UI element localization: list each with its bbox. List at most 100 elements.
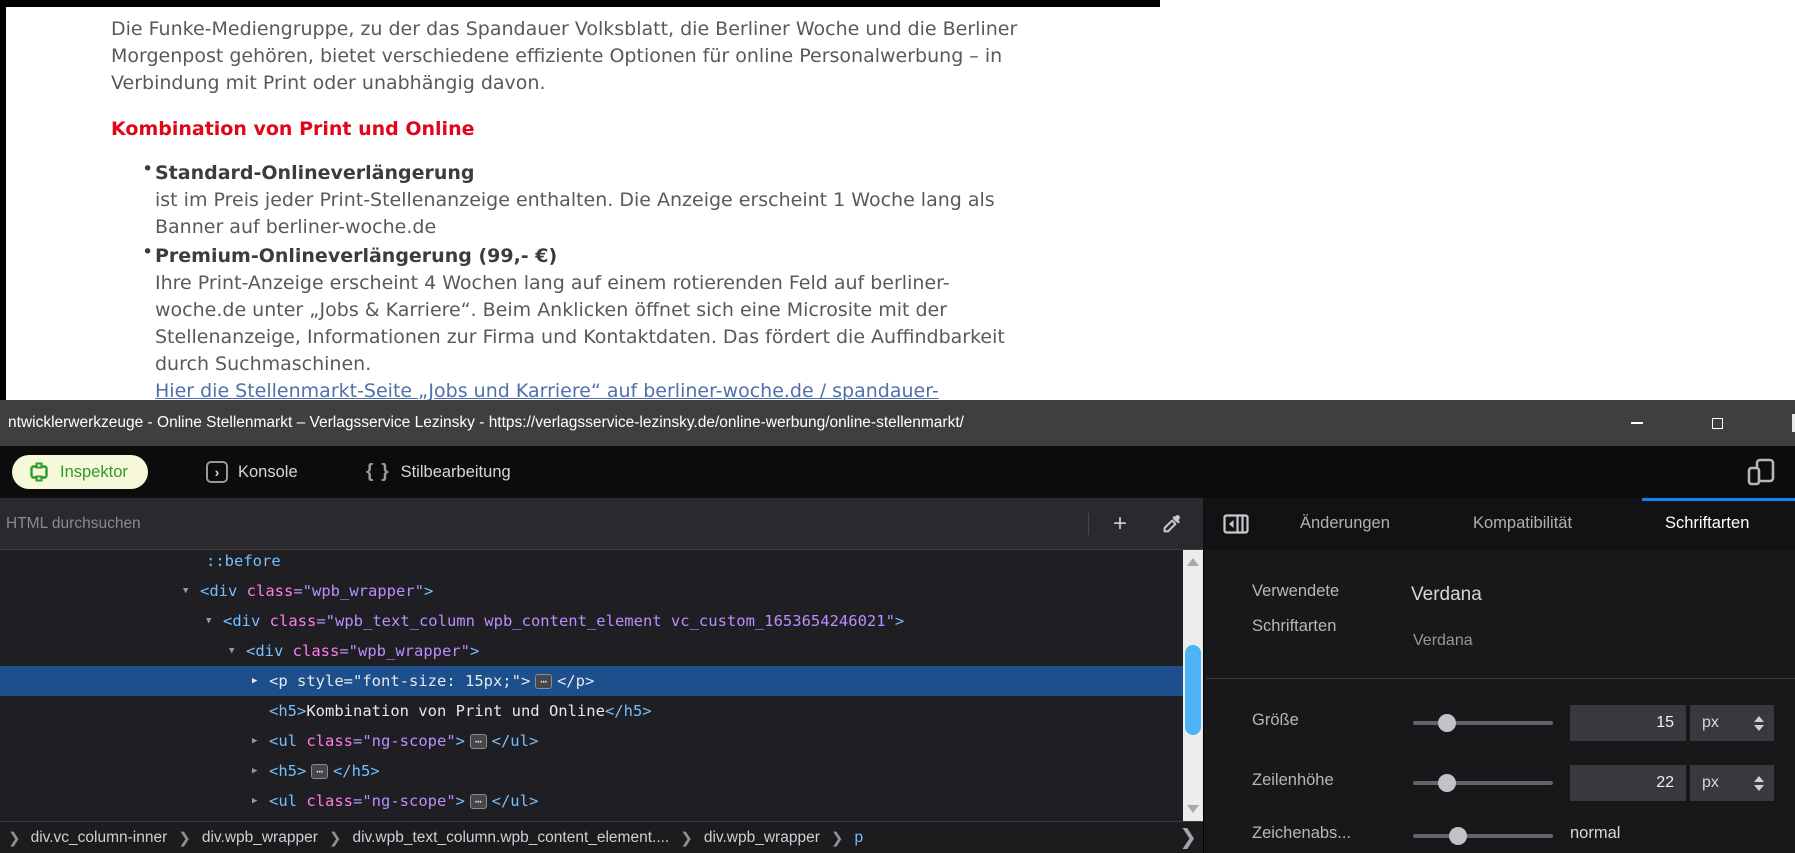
expand-twisty-icon[interactable]: ▼ [229, 636, 234, 666]
breadcrumb-separator-icon: ❯ [178, 829, 191, 847]
breadcrumb-item[interactable]: div.wpb_wrapper [704, 829, 820, 847]
responsive-design-mode-button[interactable] [1745, 457, 1777, 487]
slider-thumb[interactable] [1438, 714, 1456, 732]
tab-konsole-label: Konsole [238, 463, 298, 482]
font-control-label: Größe [1252, 711, 1299, 730]
minimize-button[interactable] [1614, 400, 1660, 446]
page-heading: Kombination von Print und Online [111, 118, 475, 140]
breadcrumb-item[interactable]: div.wpb_text_column.wpb_content_element.… [352, 829, 669, 847]
paragraph-line: Die Funke-Mediengruppe, zu der das Spand… [111, 16, 1017, 43]
font-control-slider[interactable] [1413, 721, 1553, 725]
collapsed-children-badge[interactable]: ⋯ [470, 794, 487, 809]
font-control-label: Zeichenabs... [1252, 824, 1351, 843]
markup-scrollbar[interactable] [1183, 550, 1203, 821]
markup-row-selected[interactable]: ▶<p style="font-size: 15px;">⋯</p> [0, 666, 1183, 696]
search-input[interactable] [0, 498, 1060, 549]
stepper-down-icon [1754, 785, 1764, 791]
sidebar-tabstrip: Änderungen Kompatibilität Schriftarten [1203, 498, 1795, 550]
collapsed-children-badge[interactable]: ⋯ [311, 764, 328, 779]
paragraph-line: Verbindung mit Print oder unabhängig dav… [111, 70, 546, 97]
expand-twisty-icon[interactable]: ▼ [183, 576, 188, 606]
markup-row[interactable]: ▼<div class="wpb_wrapper"> [0, 636, 1183, 666]
toolbar-separator [1088, 513, 1089, 535]
unit-stepper[interactable] [1754, 716, 1764, 731]
font-value-input[interactable] [1570, 765, 1686, 801]
breadcrumb-items: div.vc_column-inner ❯ div.wpb_wrapper ❯ div.… [31, 829, 863, 847]
markup-row[interactable]: ▶<ul class="ng-scope">⋯</ul> [0, 786, 1183, 816]
bullet-marker: • [142, 241, 153, 263]
toggle-split-pane-button[interactable] [1219, 509, 1253, 539]
eyedropper-button[interactable] [1156, 508, 1188, 540]
tab-kompatibilitaet[interactable]: Kompatibilität [1473, 498, 1572, 549]
markup-row-text: <h5>⋯</h5> [0, 756, 380, 786]
font-control-row: Zeichenabs... normal [1204, 814, 1795, 853]
devtools-titlebar: ntwicklerwerkzeuge - Online Stellenmarkt… [0, 400, 1795, 446]
slider-thumb[interactable] [1449, 827, 1467, 845]
font-value-input[interactable] [1570, 705, 1686, 741]
expand-twisty-icon[interactable]: ▶ [252, 786, 257, 816]
bullet-title: Standard-Onlineverlängerung [155, 160, 475, 187]
tab-schriftarten[interactable]: Schriftarten [1665, 498, 1749, 549]
bullet-title: Premium-Onlineverlängerung (99,- €) [155, 243, 557, 270]
bullet-line: Ihre Print-Anzeige erscheint 4 Wochen la… [155, 270, 950, 297]
unit-select[interactable]: px [1690, 705, 1774, 741]
markup-row[interactable]: ▼<div class="wpb_text_column wpb_content… [0, 606, 1183, 636]
scroll-down-button[interactable] [1183, 799, 1203, 819]
expand-twisty-icon[interactable]: ▶ [252, 756, 257, 786]
bullet-line: Banner auf berliner-woche.de [155, 214, 436, 241]
unit-select[interactable]: px [1690, 765, 1774, 801]
inspector-icon [28, 461, 50, 483]
tab-aenderungen[interactable]: Änderungen [1300, 498, 1390, 549]
breadcrumb-scroll-right-button[interactable]: ❯ [1179, 822, 1197, 853]
braces-icon: { } [366, 461, 391, 483]
breadcrumb-separator-icon: ❯ [329, 829, 342, 847]
minimize-icon [1631, 422, 1643, 424]
scroll-down-icon [1187, 805, 1199, 813]
breadcrumb-start-chevron-icon: ❯ [8, 829, 21, 847]
fonts-panel-divider [1206, 678, 1795, 679]
markup-row-text: <p style="font-size: 15px;">⋯</p> [0, 666, 594, 696]
slider-thumb[interactable] [1438, 774, 1456, 792]
unit-stepper[interactable] [1754, 776, 1764, 791]
tab-konsole[interactable]: › Konsole [206, 455, 298, 489]
font-control-row: Größe px [1204, 701, 1795, 745]
tab-stilbearbeitung[interactable]: { } Stilbearbeitung [366, 455, 511, 489]
font-value-text: normal [1570, 824, 1620, 843]
stepper-down-icon [1754, 725, 1764, 731]
markup-row-text: ::before [0, 550, 281, 576]
markup-row[interactable]: ▼<div class="wpb_wrapper"> [0, 576, 1183, 606]
markup-row[interactable]: ▶<ul class="ng-scope">⋯</ul> [0, 726, 1183, 756]
tab-inspektor[interactable]: Inspektor [12, 455, 148, 489]
responsive-design-icon [1745, 457, 1777, 487]
paragraph-line: Morgenpost gehören, bietet verschiedene … [111, 43, 1002, 70]
bullet-line: ist im Preis jeder Print-Stellenanzeige … [155, 187, 995, 214]
collapsed-children-badge[interactable]: ⋯ [535, 674, 552, 689]
expand-twisty-icon[interactable]: ▶ [252, 666, 257, 696]
collapsed-children-badge[interactable]: ⋯ [470, 734, 487, 749]
tab-stilbearbeitung-label: Stilbearbeitung [401, 463, 511, 482]
font-control-label: Zeilenhöhe [1252, 771, 1334, 790]
breadcrumb-item[interactable]: div.wpb_wrapper [202, 829, 318, 847]
unit-label: px [1702, 774, 1754, 792]
maximize-button[interactable] [1694, 400, 1740, 446]
markup-row[interactable]: ▶<h5>⋯</h5> [0, 756, 1183, 786]
breadcrumb-item[interactable]: div.vc_column-inner [31, 829, 168, 847]
font-control-slider[interactable] [1413, 781, 1553, 785]
window-edge-left [0, 0, 6, 400]
webpage-viewport: Die Funke-Mediengruppe, zu der das Spand… [0, 0, 1795, 400]
font-control-slider[interactable] [1413, 834, 1553, 838]
add-node-button[interactable]: + [1104, 508, 1136, 540]
markup-row[interactable]: ::before [0, 550, 1183, 576]
stepper-up-icon [1754, 716, 1764, 722]
scrollbar-thumb[interactable] [1185, 645, 1201, 735]
stellenmarkt-link[interactable]: Hier die Stellenmarkt-Seite „Jobs und Ka… [155, 378, 939, 400]
screen: Die Funke-Mediengruppe, zu der das Spand… [0, 0, 1795, 853]
scroll-up-button[interactable] [1183, 552, 1203, 572]
expand-twisty-icon[interactable]: ▶ [252, 726, 257, 756]
breadcrumb-item[interactable]: p [854, 829, 863, 847]
markup-row-text: <div class="wpb_text_column wpb_content_… [0, 606, 904, 636]
bullet-line: woche.de unter „Jobs & Karriere“. Beim A… [155, 297, 947, 324]
expand-twisty-icon[interactable]: ▼ [206, 606, 211, 636]
markup-row[interactable]: <h5>Kombination von Print und Online</h5… [0, 696, 1183, 726]
tab-inspektor-label: Inspektor [60, 463, 128, 482]
